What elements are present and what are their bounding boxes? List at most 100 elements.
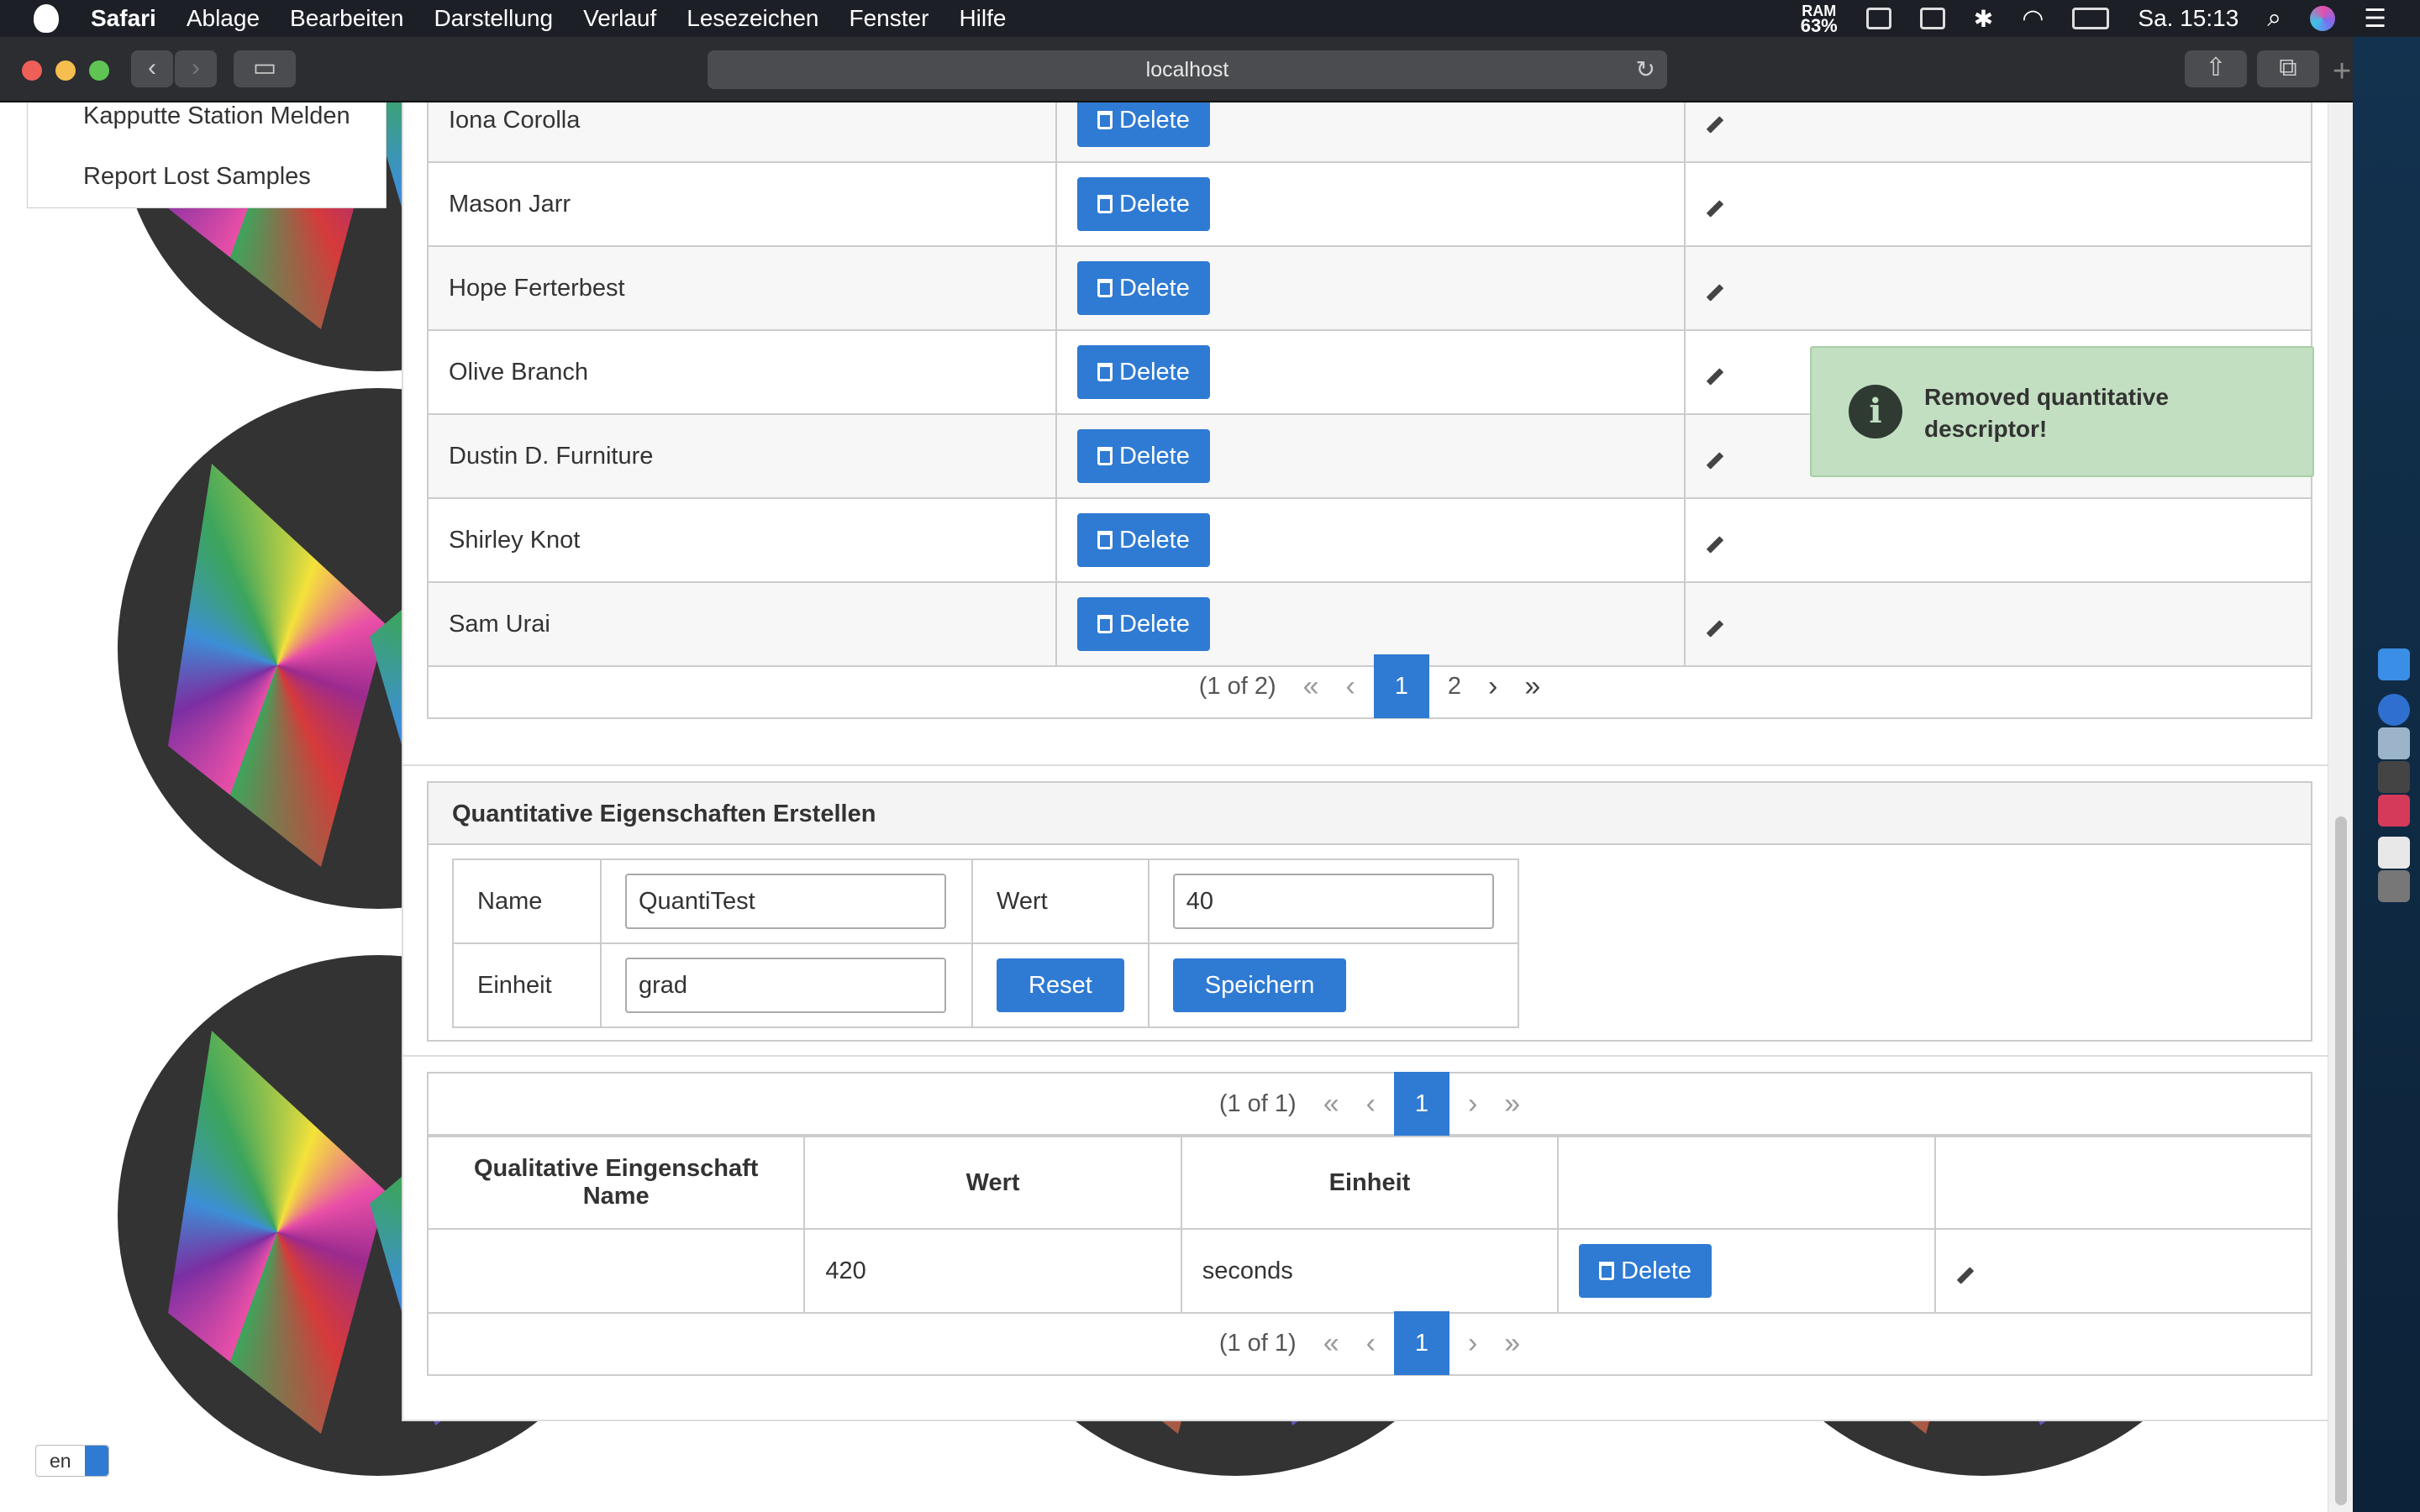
pencil-icon[interactable]	[1706, 199, 1724, 218]
last-page-icon[interactable]: »	[1504, 1088, 1520, 1121]
table-row: Mason Jarr Delete	[427, 161, 2312, 247]
delete-label: Delete	[1621, 1257, 1691, 1284]
column-header-wert[interactable]: Wert	[803, 1136, 1182, 1230]
column-header-name[interactable]: Qualitative Eingenschaft Name	[426, 1136, 806, 1230]
action-cell: Delete	[1055, 413, 1686, 499]
trash-icon	[1097, 531, 1113, 549]
new-tab-button[interactable]: +	[2333, 54, 2351, 90]
apple-icon[interactable]	[34, 4, 59, 33]
next-page-icon[interactable]: ›	[1488, 670, 1497, 703]
sidebar-toggle-button[interactable]: ▭	[234, 50, 296, 87]
pencil-icon[interactable]	[1706, 451, 1724, 470]
pencil-icon[interactable]	[1706, 619, 1724, 638]
siri-icon[interactable]	[2310, 6, 2336, 31]
column-header-einheit[interactable]: Einheit	[1180, 1136, 1560, 1230]
delete-button[interactable]: Delete	[1579, 1244, 1712, 1298]
reset-button[interactable]: Reset	[997, 958, 1124, 1012]
close-window-button[interactable]	[22, 60, 42, 81]
ram-monitor[interactable]: RAM 63%	[1801, 3, 1838, 35]
last-page-icon[interactable]: »	[1504, 1327, 1520, 1360]
back-button[interactable]: ‹	[131, 50, 173, 87]
prev-page-icon[interactable]: ‹	[1366, 1327, 1376, 1360]
delete-button[interactable]: Delete	[1077, 597, 1210, 651]
display-icon[interactable]	[1919, 8, 1945, 29]
pencil-icon[interactable]	[1956, 1266, 1974, 1284]
menu-fenster[interactable]: Fenster	[850, 5, 929, 32]
name-cell: Hope Ferterbest	[427, 245, 1057, 331]
forward-button[interactable]: ›	[175, 50, 217, 87]
next-page-icon[interactable]: ›	[1468, 1327, 1477, 1360]
menu-hilfe[interactable]: Hilfe	[959, 5, 1006, 32]
action-cell: Delete	[1055, 329, 1686, 415]
dock-finder-icon[interactable]	[2378, 648, 2410, 680]
menu-ablage[interactable]: Ablage	[187, 5, 260, 32]
zoom-window-button[interactable]	[89, 60, 109, 81]
notification-center-icon[interactable]: ☰	[2364, 4, 2386, 34]
wifi-icon[interactable]: ◠	[2022, 4, 2044, 34]
delete-label: Delete	[1119, 107, 1190, 134]
page-1-button[interactable]: 1	[1373, 654, 1429, 718]
page-scrollbar[interactable]	[2328, 102, 2353, 1512]
clock[interactable]: Sa. 15:13	[2138, 5, 2238, 32]
wert-input[interactable]: 40	[1172, 874, 1494, 929]
save-button[interactable]: Speichern	[1172, 958, 1347, 1012]
menu-lesezeichen[interactable]: Lesezeichen	[687, 5, 818, 32]
menu-item-report-broken-station[interactable]: Kapputte Station Melden	[83, 102, 350, 130]
last-page-icon[interactable]: »	[1524, 670, 1540, 703]
next-page-icon[interactable]: ›	[1468, 1088, 1477, 1121]
dock-safari-icon[interactable]	[2378, 694, 2410, 726]
page-2-button[interactable]: 2	[1448, 673, 1461, 701]
name-input[interactable]: QuantiTest	[625, 874, 946, 929]
delete-button[interactable]: Delete	[1077, 345, 1210, 399]
macos-menu-bar: Safari Ablage Bearbeiten Darstellung Ver…	[0, 0, 2420, 37]
menu-item-report-lost-samples[interactable]: Report Lost Samples	[83, 163, 311, 191]
chevron-updown-icon	[85, 1446, 108, 1476]
first-page-icon[interactable]: «	[1323, 1088, 1339, 1121]
dock-terminal-icon[interactable]	[2378, 761, 2410, 793]
language-select[interactable]: en	[35, 1445, 109, 1477]
menu-darstellung[interactable]: Darstellung	[434, 5, 553, 32]
bluetooth-icon[interactable]: ✱	[1974, 5, 1993, 33]
dock-preview-icon[interactable]	[2378, 727, 2410, 759]
section-divider	[403, 764, 2333, 766]
name-cell: Sam Urai	[427, 581, 1057, 667]
menu-app-name[interactable]: Safari	[91, 5, 156, 32]
page-1-button[interactable]: 1	[1393, 1072, 1449, 1136]
delete-button[interactable]: Delete	[1077, 177, 1210, 231]
pencil-icon[interactable]	[1706, 283, 1724, 302]
table-row: Shirley Knot Delete	[427, 497, 2312, 583]
share-button[interactable]: ⇧	[2185, 50, 2247, 87]
notification-toast[interactable]: i Removed quantitative descriptor!	[1810, 346, 2314, 477]
menu-bearbeiten[interactable]: Bearbeiten	[290, 5, 403, 32]
delete-button[interactable]: Delete	[1077, 261, 1210, 315]
prev-page-icon[interactable]: ‹	[1346, 670, 1355, 703]
page-1-button[interactable]: 1	[1393, 1311, 1449, 1375]
menu-verlauf[interactable]: Verlauf	[583, 5, 656, 32]
name-cell: Shirley Knot	[427, 497, 1057, 583]
edit-cell	[1933, 1228, 2313, 1314]
delete-button[interactable]: Delete	[1077, 102, 1210, 147]
einheit-input[interactable]: grad	[625, 958, 946, 1013]
dock-intellij-icon[interactable]	[2378, 795, 2410, 827]
dock-trash-icon[interactable]	[2378, 870, 2410, 902]
first-page-icon[interactable]: «	[1303, 670, 1319, 703]
minimize-window-button[interactable]	[55, 60, 76, 81]
delete-button[interactable]: Delete	[1077, 429, 1210, 483]
search-icon[interactable]: ⌕	[2267, 4, 2281, 33]
dock-document-icon[interactable]	[2378, 837, 2410, 869]
delete-label: Delete	[1119, 359, 1190, 386]
reload-icon[interactable]: ↻	[1636, 50, 1655, 89]
first-page-icon[interactable]: «	[1323, 1327, 1339, 1360]
scrollbar-thumb[interactable]	[2335, 816, 2347, 1505]
pencil-icon[interactable]	[1706, 115, 1724, 134]
delete-button[interactable]: Delete	[1077, 513, 1210, 567]
prev-page-icon[interactable]: ‹	[1366, 1088, 1376, 1121]
address-bar[interactable]: localhost ↻	[708, 50, 1667, 89]
pencil-icon[interactable]	[1706, 367, 1724, 386]
pencil-icon[interactable]	[1706, 535, 1724, 554]
edit-cell	[1684, 245, 2312, 331]
tabs-overview-button[interactable]: ⧉	[2257, 50, 2319, 87]
layout-icon[interactable]	[1865, 8, 1891, 29]
delete-label: Delete	[1119, 611, 1190, 638]
battery-icon[interactable]	[2072, 8, 2110, 29]
